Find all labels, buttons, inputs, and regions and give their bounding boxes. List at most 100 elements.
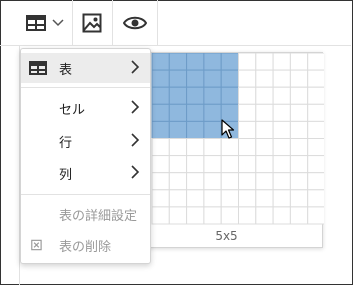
grid-cell-selected[interactable] [220, 69, 239, 88]
grid-cell[interactable] [238, 138, 257, 157]
grid-cell[interactable] [307, 53, 324, 71]
grid-cell[interactable] [289, 172, 309, 191]
grid-cell[interactable] [168, 206, 188, 225]
grid-cell[interactable] [289, 69, 309, 88]
grid-cell-selected[interactable] [203, 86, 222, 105]
grid-cell-selected[interactable] [186, 120, 205, 140]
grid-cell-selected[interactable] [186, 69, 205, 88]
grid-cell[interactable] [255, 53, 274, 71]
grid-cell-selected[interactable] [151, 86, 170, 105]
grid-cell[interactable] [272, 53, 291, 71]
menu-item-column[interactable]: 列 [21, 158, 150, 188]
grid-cell[interactable] [203, 189, 222, 208]
grid-cell[interactable] [151, 206, 170, 225]
grid-cell[interactable] [255, 206, 274, 225]
grid-cell[interactable] [151, 189, 170, 208]
grid-cell[interactable] [255, 155, 274, 174]
grid-cell-selected[interactable] [151, 103, 170, 122]
table-button[interactable] [20, 8, 70, 38]
grid-cell[interactable] [151, 138, 170, 157]
grid-cell[interactable] [272, 86, 291, 105]
grid-cell[interactable] [255, 86, 274, 105]
grid-cell-selected[interactable] [168, 69, 188, 88]
grid-cell[interactable] [238, 206, 257, 225]
grid-cell-selected[interactable] [203, 53, 222, 71]
table-size-picker[interactable]: 5x5 [130, 52, 324, 248]
grid-cell[interactable] [238, 86, 257, 105]
grid-cell[interactable] [238, 69, 257, 88]
grid-cell[interactable] [289, 138, 309, 157]
grid-cell[interactable] [307, 206, 324, 225]
grid-cell[interactable] [186, 138, 205, 157]
grid-cell[interactable] [255, 138, 274, 157]
grid-cell[interactable] [151, 172, 170, 191]
menu-item-table-properties[interactable]: 表の詳細設定 [21, 199, 150, 229]
grid-cell[interactable] [307, 103, 324, 122]
grid-cell-selected[interactable] [168, 103, 188, 122]
grid-cell[interactable] [307, 189, 324, 208]
grid-cell[interactable] [168, 155, 188, 174]
grid-cell-selected[interactable] [186, 103, 205, 122]
grid-cell[interactable] [238, 103, 257, 122]
grid-cell[interactable] [168, 172, 188, 191]
grid-cell-selected[interactable] [220, 53, 239, 71]
grid-cell-selected[interactable] [168, 86, 188, 105]
grid-cell[interactable] [272, 172, 291, 191]
grid-cell[interactable] [203, 172, 222, 191]
grid-cell[interactable] [289, 103, 309, 122]
grid-cell-selected[interactable] [168, 120, 188, 140]
grid-cell[interactable] [272, 120, 291, 140]
grid-cell[interactable] [255, 103, 274, 122]
grid-cell-selected[interactable] [186, 86, 205, 105]
grid-cell[interactable] [186, 172, 205, 191]
grid-cell-selected[interactable] [186, 53, 205, 71]
grid-cell-selected[interactable] [203, 120, 222, 140]
grid-cell[interactable] [307, 69, 324, 88]
grid-cell[interactable] [238, 155, 257, 174]
image-button[interactable] [77, 8, 107, 38]
grid-cell[interactable] [289, 86, 309, 105]
menu-item-table[interactable]: 表 [21, 53, 150, 83]
grid-cell[interactable] [255, 189, 274, 208]
grid-cell[interactable] [238, 53, 257, 71]
cell-grid[interactable] [131, 53, 324, 225]
grid-cell[interactable] [307, 138, 324, 157]
grid-cell[interactable] [151, 155, 170, 174]
grid-cell[interactable] [272, 206, 291, 225]
grid-cell[interactable] [168, 189, 188, 208]
grid-cell-selected[interactable] [203, 69, 222, 88]
grid-cell[interactable] [238, 189, 257, 208]
grid-cell[interactable] [220, 206, 239, 225]
grid-cell[interactable] [307, 120, 324, 140]
grid-cell-selected[interactable] [168, 53, 188, 71]
grid-cell[interactable] [168, 138, 188, 157]
grid-cell[interactable] [255, 120, 274, 140]
menu-item-cell[interactable]: セル [21, 93, 150, 123]
grid-cell[interactable] [289, 189, 309, 208]
grid-cell[interactable] [203, 206, 222, 225]
grid-cell[interactable] [289, 155, 309, 174]
menu-item-row[interactable]: 行 [21, 126, 150, 156]
grid-cell[interactable] [307, 86, 324, 105]
grid-cell-selected[interactable] [151, 53, 170, 71]
grid-cell-selected[interactable] [220, 86, 239, 105]
grid-cell[interactable] [307, 172, 324, 191]
grid-cell[interactable] [220, 155, 239, 174]
grid-cell[interactable] [238, 120, 257, 140]
grid-cell[interactable] [255, 172, 274, 191]
grid-cell[interactable] [289, 206, 309, 225]
grid-cell[interactable] [203, 138, 222, 157]
grid-cell[interactable] [186, 206, 205, 225]
menu-item-delete-table[interactable]: 表の削除 [21, 230, 150, 260]
grid-cell[interactable] [272, 138, 291, 157]
grid-cell[interactable] [220, 172, 239, 191]
grid-cell[interactable] [289, 120, 309, 140]
grid-cell[interactable] [272, 103, 291, 122]
grid-cell[interactable] [203, 155, 222, 174]
grid-cell[interactable] [272, 155, 291, 174]
preview-button[interactable] [118, 8, 152, 38]
grid-cell[interactable] [186, 155, 205, 174]
grid-cell-selected[interactable] [203, 103, 222, 122]
grid-cell[interactable] [220, 189, 239, 208]
grid-cell-selected[interactable] [151, 69, 170, 88]
